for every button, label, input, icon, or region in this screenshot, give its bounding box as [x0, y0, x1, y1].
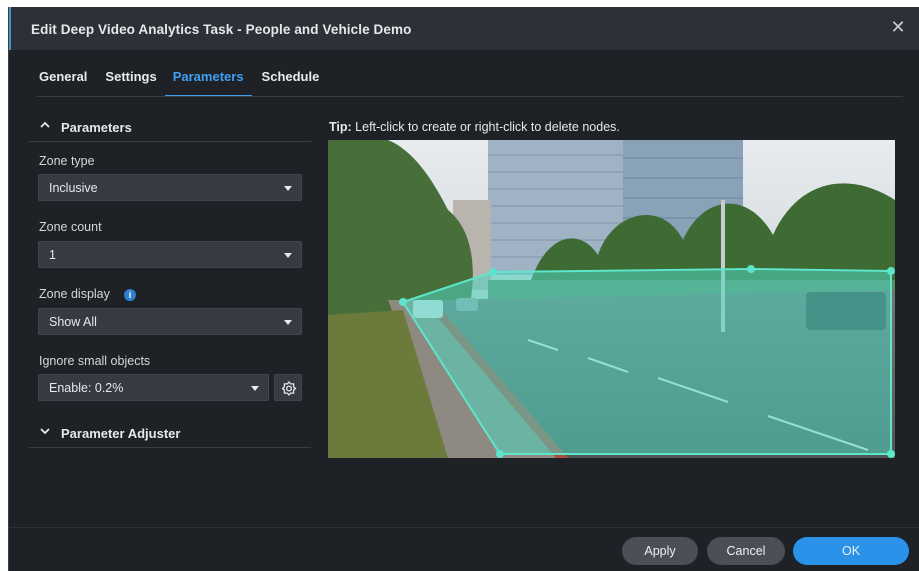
ignore-small-objects-value: Enable: 0.2% [49, 381, 124, 395]
tip-prefix: Tip: [329, 120, 352, 134]
video-frame [328, 140, 895, 458]
footer-divider [9, 527, 919, 528]
zone-type-label: Zone type [39, 154, 95, 168]
zone-count-label: Zone count [39, 220, 102, 234]
dialog-titlebar: Edit Deep Video Analytics Task - People … [9, 7, 919, 50]
parameter-adjuster-section-title: Parameter Adjuster [61, 426, 181, 441]
zone-display-value: Show All [49, 315, 97, 329]
gear-icon [281, 380, 297, 397]
chevron-down-icon [251, 386, 259, 391]
tab-schedule[interactable]: Schedule [260, 67, 328, 97]
zone-count-select[interactable]: 1 [38, 241, 302, 268]
chevron-up-icon [39, 119, 51, 133]
screen: Edit Deep Video Analytics Task - People … [0, 0, 919, 571]
parameters-section-title: Parameters [61, 120, 132, 135]
tip-body: Left-click to create or right-click to d… [351, 120, 620, 134]
ignore-small-objects-label: Ignore small objects [39, 354, 151, 368]
tab-bar: General Settings Parameters Schedule [37, 67, 335, 97]
zone-type-select[interactable]: Inclusive [38, 174, 302, 201]
tab-divider [37, 96, 903, 97]
ok-button[interactable]: OK [793, 537, 909, 565]
tab-general[interactable]: General [37, 67, 95, 97]
info-icon[interactable]: i [124, 289, 136, 301]
tab-settings[interactable]: Settings [103, 67, 164, 97]
cancel-button[interactable]: Cancel [707, 537, 785, 565]
video-preview[interactable] [328, 140, 895, 458]
ignore-small-objects-select[interactable]: Enable: 0.2% [38, 374, 269, 401]
parameter-adjuster-section-header[interactable]: Parameter Adjuster [29, 420, 311, 448]
dialog-title: Edit Deep Video Analytics Task - People … [31, 22, 412, 37]
chevron-down-icon [284, 253, 292, 258]
chevron-down-icon [39, 425, 51, 439]
zone-type-value: Inclusive [49, 181, 98, 195]
chevron-down-icon [284, 320, 292, 325]
apply-button[interactable]: Apply [622, 537, 698, 565]
tab-parameters[interactable]: Parameters [164, 67, 252, 97]
zone-count-value: 1 [49, 248, 56, 262]
edit-task-dialog: Edit Deep Video Analytics Task - People … [8, 7, 919, 571]
ignore-small-objects-settings-button[interactable] [274, 374, 302, 401]
chevron-down-icon [284, 186, 292, 191]
zone-display-select[interactable]: Show All [38, 308, 302, 335]
close-icon[interactable]: ✕ [888, 17, 908, 37]
parameters-section-header[interactable]: Parameters [29, 114, 311, 142]
zone-display-label: Zone display [39, 287, 110, 301]
tip-text: Tip: Left-click to create or right-click… [329, 120, 620, 134]
